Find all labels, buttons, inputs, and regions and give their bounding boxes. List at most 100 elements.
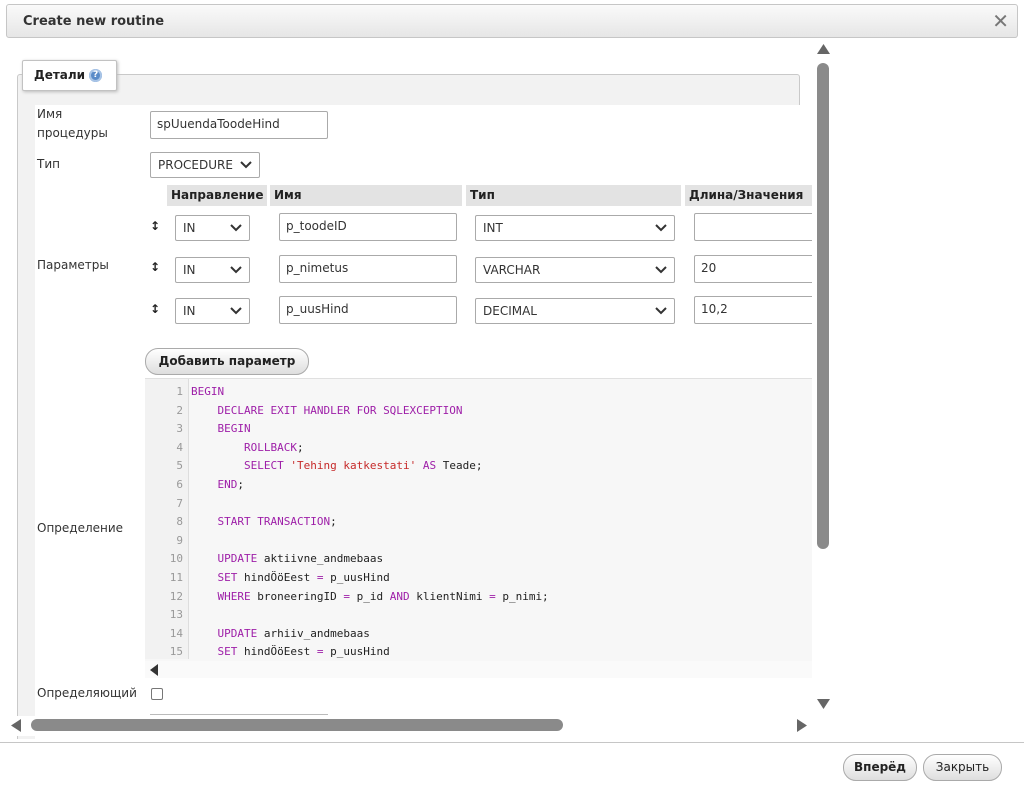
param-name-input[interactable]: p_uusHind xyxy=(279,296,457,324)
sql-keyword: END xyxy=(217,478,238,491)
tab-details[interactable]: Детали? xyxy=(22,60,117,91)
scroll-left-icon[interactable] xyxy=(11,719,21,732)
dialog-title: Create new routine xyxy=(23,14,165,29)
deterministic-checkbox[interactable] xyxy=(151,688,163,700)
sql-text: ; xyxy=(237,478,244,491)
sql-text: p_id xyxy=(349,589,390,603)
code-line: 13 xyxy=(145,606,805,625)
sql-keyword: = xyxy=(489,589,496,603)
line-number: 13 xyxy=(169,608,183,622)
dialog-titlebar[interactable]: Create new routine ✕ xyxy=(6,4,1018,38)
line-number: 1 xyxy=(176,385,183,398)
code-line: 9 xyxy=(145,532,805,551)
line-number: 4 xyxy=(176,440,183,454)
editor-horizontal-scrollbar[interactable] xyxy=(145,661,813,678)
scroll-down-icon[interactable] xyxy=(817,699,830,709)
sql-text: hindÖöEest xyxy=(237,571,317,584)
sql-text: klientNimi xyxy=(409,589,490,603)
param-direction-value: IN xyxy=(183,221,196,235)
sql-text: p_uusHind xyxy=(323,645,390,659)
sql-keyword: DECLARE EXIT HANDLER FOR SQLEXCEPTION xyxy=(217,403,463,417)
routine-type-select[interactable]: PROCEDURE xyxy=(150,152,260,178)
param-length-input[interactable]: 20 xyxy=(694,255,819,283)
sql-string: 'Tehing katkestati' xyxy=(290,459,417,473)
param-header-direction: Направление xyxy=(167,185,267,206)
scroll-left-icon[interactable] xyxy=(149,664,159,676)
definition-editor[interactable]: 1 BEGIN 2 DECLARE EXIT HANDLER FOR SQLEXCE… xyxy=(145,378,813,678)
sql-text: Teade; xyxy=(436,459,483,473)
code-line: 15 SET hindÖöEest = p_uusHind xyxy=(145,643,805,662)
code-line: 5 SELECT 'Tehing katkestati' AS Teade; xyxy=(145,457,805,476)
param-direction-select[interactable]: IN xyxy=(175,257,250,283)
code-line: 4 ROLLBACK; xyxy=(145,439,805,458)
sql-text: broneeringID xyxy=(250,589,344,603)
scroll-right-icon[interactable] xyxy=(797,719,807,732)
line-number: 9 xyxy=(176,533,183,547)
close-button[interactable]: Закрыть xyxy=(923,754,1002,781)
line-number: 12 xyxy=(169,589,183,603)
sql-keyword: ROLLBACK xyxy=(243,440,297,454)
routine-name-input[interactable]: spUuendaToodeHind xyxy=(150,111,328,139)
drag-handle-icon[interactable]: ↕ xyxy=(150,302,160,316)
routine-type-label: Тип xyxy=(37,157,60,171)
code-line: 7 xyxy=(145,495,805,514)
vertical-scrollbar[interactable] xyxy=(812,40,834,716)
chevron-down-icon xyxy=(655,224,667,232)
routine-name-label: Имя процедуры xyxy=(37,107,108,140)
form-area: Имя процедуры spUuendaToodeHind Тип PROC… xyxy=(35,105,819,739)
code-line: 12 WHERE broneeringID = p_id AND klientN… xyxy=(145,588,805,607)
line-number: 14 xyxy=(169,626,183,640)
sql-keyword: AND xyxy=(389,589,410,603)
chevron-down-icon xyxy=(655,266,667,274)
param-length-input[interactable]: 10,2 xyxy=(694,296,819,324)
param-type-value: DECIMAL xyxy=(483,304,537,318)
horizontal-scrollbar[interactable] xyxy=(7,716,812,736)
routine-type-value: PROCEDURE xyxy=(158,158,233,172)
sql-keyword: SET xyxy=(217,645,238,659)
param-type-select[interactable]: VARCHAR xyxy=(475,257,675,283)
code-line: 1 BEGIN xyxy=(145,383,805,402)
scroll-up-icon[interactable] xyxy=(817,44,830,54)
close-icon[interactable]: ✕ xyxy=(992,9,1009,33)
chevron-down-icon xyxy=(240,161,252,169)
param-name-input[interactable]: p_nimetus xyxy=(279,255,457,283)
param-name-input[interactable]: p_toodeID xyxy=(279,213,457,241)
sql-text: p_nimi; xyxy=(495,589,549,603)
drag-handle-icon[interactable]: ↕ xyxy=(150,219,160,233)
horizontal-scroll-thumb[interactable] xyxy=(31,719,563,731)
add-parameter-button[interactable]: Добавить параметр xyxy=(145,348,309,375)
param-direction-value: IN xyxy=(183,263,196,277)
sql-keyword: UPDATE xyxy=(217,552,258,566)
chevron-down-icon xyxy=(230,307,242,315)
help-icon[interactable]: ? xyxy=(89,69,103,82)
code-line: 8 START TRANSACTION; xyxy=(145,513,805,532)
param-direction-select[interactable]: IN xyxy=(175,215,250,241)
next-button[interactable]: Вперёд xyxy=(843,754,917,781)
line-number: 2 xyxy=(176,403,183,417)
line-number: 8 xyxy=(176,515,183,529)
drag-handle-icon[interactable]: ↕ xyxy=(150,260,160,274)
param-direction-select[interactable]: IN xyxy=(175,298,250,324)
param-length-input[interactable] xyxy=(694,213,819,241)
param-type-value: INT xyxy=(483,221,503,235)
sql-text: p_uusHind xyxy=(323,571,390,584)
line-number: 10 xyxy=(169,552,183,566)
vertical-scroll-thumb[interactable] xyxy=(817,63,829,549)
code-line: 11 SET hindÖöEest = p_uusHind xyxy=(145,569,805,588)
param-type-select[interactable]: INT xyxy=(475,215,675,241)
line-number: 11 xyxy=(169,571,183,584)
param-type-select[interactable]: DECIMAL xyxy=(475,298,675,324)
chevron-down-icon xyxy=(230,224,242,232)
param-header-length: Длина/Значения xyxy=(685,185,813,206)
sql-keyword: BEGIN xyxy=(217,422,251,436)
line-number: 5 xyxy=(176,459,183,473)
sql-keyword: SELECT xyxy=(243,459,284,473)
param-header-type: Тип xyxy=(466,185,681,206)
